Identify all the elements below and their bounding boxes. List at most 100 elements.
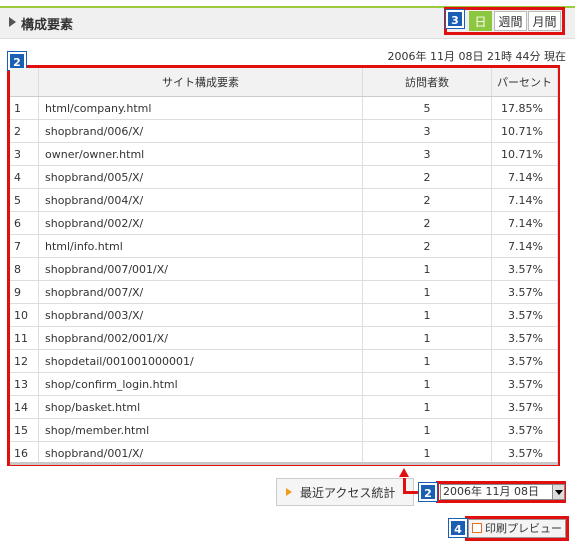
annotation-badge-print: 4 <box>448 518 468 538</box>
row-percent: 3.57% <box>491 349 558 373</box>
row-visitors: 1 <box>362 326 492 350</box>
row-component: html/company.html <box>38 96 363 120</box>
row-component: shopbrand/006/X/ <box>38 119 363 143</box>
row-index: 3 <box>10 142 39 166</box>
annotation-badge-tabs: 3 <box>445 9 465 29</box>
column-header-index <box>10 68 39 97</box>
row-percent: 7.14% <box>491 188 558 212</box>
tab-month[interactable]: 月間 <box>528 11 561 31</box>
table-row: 6 shopbrand/002/X/2 7.14% <box>10 211 558 235</box>
row-percent: 3.57% <box>491 326 558 350</box>
tab-day[interactable]: 日 <box>469 11 492 31</box>
date-select[interactable]: 2006年 11月 08日 <box>440 484 554 500</box>
row-component: shop/confirm_login.html <box>38 372 363 396</box>
row-percent: 3.57% <box>491 395 558 419</box>
row-percent: 3.57% <box>491 257 558 281</box>
table-row: 9 shopbrand/007/X/1 3.57% <box>10 280 558 304</box>
row-component: shopdetail/001001000001/ <box>38 349 363 373</box>
row-index: 7 <box>10 234 39 258</box>
triangle-right-icon <box>286 488 292 496</box>
column-header-percent: パーセント <box>491 68 558 97</box>
row-visitors: 2 <box>362 234 492 258</box>
row-component: html/info.html <box>38 234 363 258</box>
row-percent: 7.14% <box>491 234 558 258</box>
printer-icon <box>472 523 482 533</box>
table-row: 2 shopbrand/006/X/3 10.71% <box>10 119 558 143</box>
site-components-table: サイト構成要素 訪問者数 パーセント 1 html/company.html 5 17… <box>10 68 558 465</box>
row-visitors: 2 <box>362 188 492 212</box>
row-percent: 7.14% <box>491 211 558 235</box>
row-component: shopbrand/002/001/X/ <box>38 326 363 350</box>
row-component: shopbrand/005/X/ <box>38 165 363 189</box>
table-row: 14 shop/basket.html 1 3.57% <box>10 395 558 419</box>
table-row: 12 shopdetail/001001000001/1 3.57% <box>10 349 558 373</box>
row-component: shopbrand/007/001/X/ <box>38 257 363 281</box>
table-row: 3 owner/owner.html 3 10.71% <box>10 142 558 166</box>
recent-stats-label: 最近アクセス統計 <box>300 486 396 500</box>
row-index: 12 <box>10 349 39 373</box>
table-row: 8 shopbrand/007/001/X/1 3.57% <box>10 257 558 281</box>
table-row: 4 shopbrand/005/X/2 7.14% <box>10 165 558 189</box>
row-index: 8 <box>10 257 39 281</box>
row-visitors: 3 <box>362 119 492 143</box>
row-visitors: 1 <box>362 395 492 419</box>
row-visitors: 5 <box>362 96 492 120</box>
table-row: 5 shopbrand/004/X/2 7.14% <box>10 188 558 212</box>
row-component: owner/owner.html <box>38 142 363 166</box>
row-index: 4 <box>10 165 39 189</box>
row-index: 1 <box>10 96 39 120</box>
row-percent: 7.14% <box>491 165 558 189</box>
table-row: 13 shop/confirm_login.html 1 3.57% <box>10 372 558 396</box>
connector-line <box>403 478 406 494</box>
table-header-row: サイト構成要素 訪問者数 パーセント <box>10 68 558 97</box>
column-header-component: サイト構成要素 <box>38 68 363 97</box>
column-header-visitors: 訪問者数 <box>362 68 492 97</box>
row-visitors: 2 <box>362 211 492 235</box>
table-row: 11 shopbrand/002/001/X/1 3.57% <box>10 326 558 350</box>
row-component: shop/basket.html <box>38 395 363 419</box>
row-percent: 17.85% <box>491 96 558 120</box>
timestamp: 2006年 11月 08日 21時 44分 現在 <box>387 50 566 63</box>
row-percent: 10.71% <box>491 119 558 143</box>
print-preview-button[interactable]: 印刷プレビュー <box>468 519 566 538</box>
row-index: 2 <box>10 119 39 143</box>
row-visitors: 1 <box>362 280 492 304</box>
row-index: 5 <box>10 188 39 212</box>
row-index: 15 <box>10 418 39 442</box>
row-index: 9 <box>10 280 39 304</box>
row-index: 14 <box>10 395 39 419</box>
row-percent: 3.57% <box>491 372 558 396</box>
row-index: 6 <box>10 211 39 235</box>
row-component: shopbrand/004/X/ <box>38 188 363 212</box>
row-index: 13 <box>10 372 39 396</box>
print-preview-label: 印刷プレビュー <box>485 522 562 535</box>
row-component: shop/member.html <box>38 418 363 442</box>
row-percent: 10.71% <box>491 142 558 166</box>
table-bottom-bar <box>10 462 558 465</box>
row-visitors: 1 <box>362 349 492 373</box>
row-percent: 3.57% <box>491 303 558 327</box>
row-visitors: 2 <box>362 165 492 189</box>
triangle-right-icon <box>9 17 16 27</box>
annotation-badge-date: 2 <box>418 482 438 502</box>
table-row: 15 shop/member.html 1 3.57% <box>10 418 558 442</box>
row-visitors: 1 <box>362 257 492 281</box>
row-index: 11 <box>10 326 39 350</box>
table-row: 10 shopbrand/003/X/1 3.57% <box>10 303 558 327</box>
row-visitors: 1 <box>362 418 492 442</box>
row-index: 10 <box>10 303 39 327</box>
table-row: 1 html/company.html 5 17.85% <box>10 96 558 120</box>
table-row: 7 html/info.html 2 7.14% <box>10 234 558 258</box>
row-component: shopbrand/002/X/ <box>38 211 363 235</box>
row-percent: 3.57% <box>491 280 558 304</box>
arrow-up-icon <box>399 468 409 477</box>
tab-week[interactable]: 週間 <box>494 11 527 31</box>
row-component: shopbrand/007/X/ <box>38 280 363 304</box>
row-visitors: 1 <box>362 303 492 327</box>
row-visitors: 3 <box>362 142 492 166</box>
chevron-down-icon[interactable] <box>552 484 565 500</box>
section-title: 構成要素 <box>21 18 74 33</box>
row-visitors: 1 <box>362 372 492 396</box>
row-percent: 3.57% <box>491 418 558 442</box>
row-component: shopbrand/003/X/ <box>38 303 363 327</box>
